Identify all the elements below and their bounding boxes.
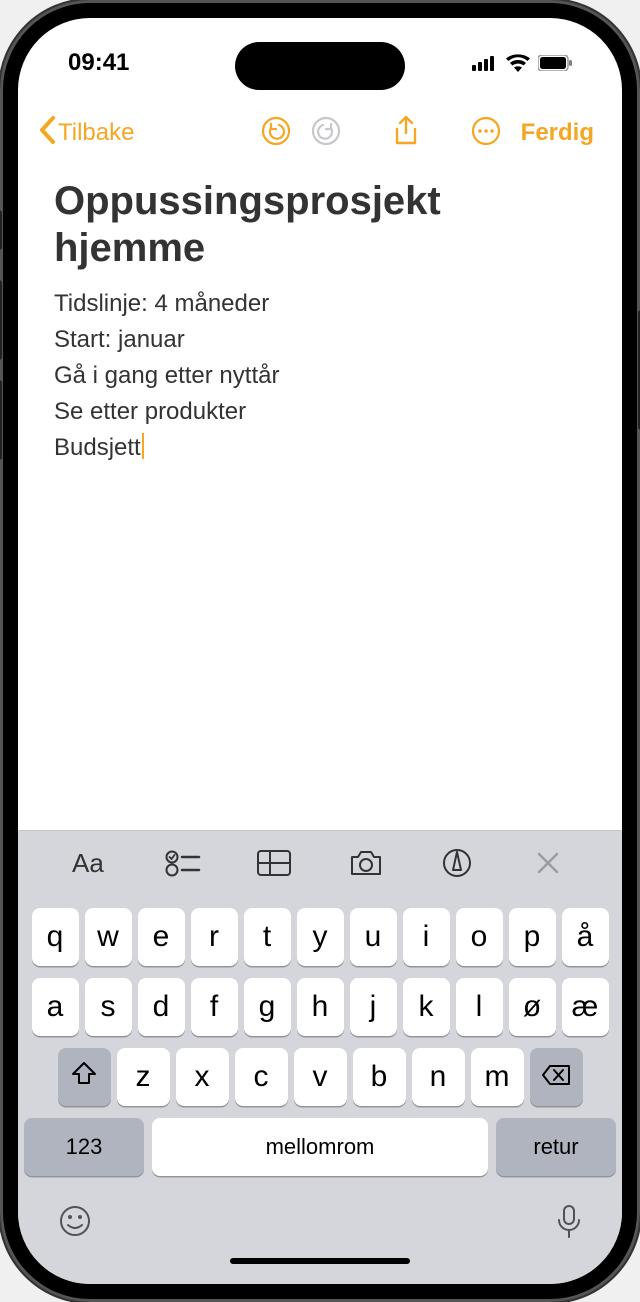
key-b[interactable]: b <box>353 1048 406 1106</box>
svg-text:Aa: Aa <box>72 848 104 878</box>
key-j[interactable]: j <box>350 978 397 1036</box>
microphone-icon <box>556 1227 582 1244</box>
back-button[interactable]: Tilbake <box>38 116 158 151</box>
keyboard-row: a s d f g h j k l ø æ <box>24 978 616 1036</box>
key-z[interactable]: z <box>117 1048 170 1106</box>
keyboard: q w e r t y u i o p å a s d f g h j k <box>18 900 622 1258</box>
key-a[interactable]: a <box>32 978 79 1036</box>
screen: 09:41 Tilbake <box>18 18 622 1284</box>
key-v[interactable]: v <box>294 1048 347 1106</box>
status-time: 09:41 <box>68 49 129 77</box>
close-icon <box>536 851 560 880</box>
shift-icon <box>71 1060 97 1094</box>
key-n[interactable]: n <box>412 1048 465 1106</box>
note-title: Oppussingsprosjekt hjemme <box>54 178 586 272</box>
volume-up <box>0 280 2 360</box>
key-t[interactable]: t <box>244 908 291 966</box>
note-line: Tidslinje: 4 måneder <box>54 286 586 322</box>
note-line: Budsjett <box>54 430 586 466</box>
numbers-key[interactable]: 123 <box>24 1118 144 1176</box>
table-button[interactable] <box>244 849 304 882</box>
key-q[interactable]: q <box>32 908 79 966</box>
key-d[interactable]: d <box>138 978 185 1036</box>
key-oe[interactable]: ø <box>509 978 556 1036</box>
share-icon <box>393 115 419 152</box>
close-toolbar-button[interactable] <box>518 851 578 880</box>
space-key[interactable]: mellomrom <box>152 1118 488 1176</box>
text-style-icon: Aa <box>72 848 112 883</box>
key-y[interactable]: y <box>297 908 344 966</box>
key-g[interactable]: g <box>244 978 291 1036</box>
return-key[interactable]: retur <box>496 1118 616 1176</box>
note-line: Se etter produkter <box>54 394 586 430</box>
key-m[interactable]: m <box>471 1048 524 1106</box>
wifi-icon <box>506 54 530 72</box>
redo-button[interactable] <box>303 116 349 151</box>
key-f[interactable]: f <box>191 978 238 1036</box>
table-icon <box>256 849 292 882</box>
chevron-left-icon <box>38 116 56 151</box>
volume-down <box>0 380 2 460</box>
share-button[interactable] <box>383 115 429 152</box>
checklist-icon <box>165 849 201 882</box>
nav-bar: Tilbake <box>18 108 622 164</box>
note-line: Gå i gang etter nyttår <box>54 358 586 394</box>
mute-switch <box>0 210 2 250</box>
emoji-button[interactable] <box>58 1204 92 1248</box>
more-icon <box>471 116 501 151</box>
key-r[interactable]: r <box>191 908 238 966</box>
key-p[interactable]: p <box>509 908 556 966</box>
more-button[interactable] <box>463 116 509 151</box>
key-h[interactable]: h <box>297 978 344 1036</box>
redo-icon <box>311 116 341 151</box>
home-indicator[interactable] <box>18 1258 622 1284</box>
format-toolbar: Aa <box>18 830 622 900</box>
key-s[interactable]: s <box>85 978 132 1036</box>
undo-icon <box>261 116 291 151</box>
key-ae[interactable]: æ <box>562 978 609 1036</box>
key-e[interactable]: e <box>138 908 185 966</box>
markup-button[interactable] <box>427 848 487 883</box>
camera-button[interactable] <box>336 849 396 882</box>
back-label: Tilbake <box>58 119 134 147</box>
keyboard-row: z x c v b n m <box>24 1048 616 1106</box>
key-u[interactable]: u <box>350 908 397 966</box>
camera-icon <box>348 849 384 882</box>
note-line: Start: januar <box>54 322 586 358</box>
keyboard-row: 123 mellomrom retur <box>24 1118 616 1176</box>
emoji-icon <box>58 1225 92 1242</box>
done-button[interactable]: Ferdig <box>521 119 594 147</box>
backspace-key[interactable] <box>530 1048 583 1106</box>
key-o[interactable]: o <box>456 908 503 966</box>
backspace-icon <box>541 1060 571 1094</box>
dictation-button[interactable] <box>556 1204 582 1248</box>
key-w[interactable]: w <box>85 908 132 966</box>
phone-frame: 09:41 Tilbake <box>0 0 640 1302</box>
keyboard-row: q w e r t y u i o p å <box>24 908 616 966</box>
key-c[interactable]: c <box>235 1048 288 1106</box>
key-aa[interactable]: å <box>562 908 609 966</box>
key-x[interactable]: x <box>176 1048 229 1106</box>
text-cursor <box>142 433 144 459</box>
markup-icon <box>442 848 472 883</box>
battery-icon <box>538 55 572 71</box>
checklist-button[interactable] <box>153 849 213 882</box>
key-k[interactable]: k <box>403 978 450 1036</box>
shift-key[interactable] <box>58 1048 111 1106</box>
note-editor[interactable]: Oppussingsprosjekt hjemme Tidslinje: 4 m… <box>18 164 622 830</box>
key-l[interactable]: l <box>456 978 503 1036</box>
dynamic-island <box>235 42 405 90</box>
undo-button[interactable] <box>253 116 299 151</box>
text-style-button[interactable]: Aa <box>62 848 122 883</box>
cellular-icon <box>472 55 498 71</box>
key-i[interactable]: i <box>403 908 450 966</box>
